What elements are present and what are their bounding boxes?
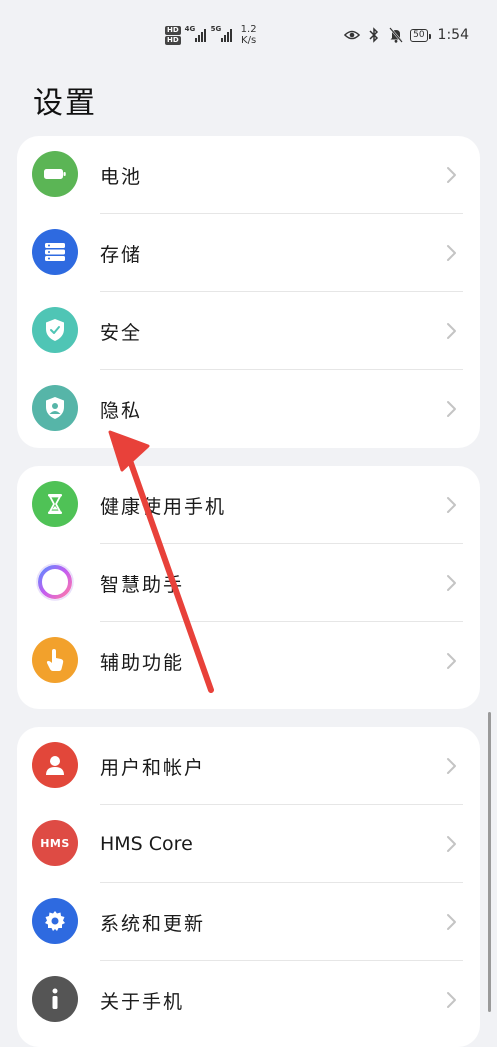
chevron-right-icon: [447, 575, 456, 591]
settings-item-label: 健康使用手机: [100, 495, 227, 518]
settings-item-storage[interactable]: 存储: [17, 214, 480, 292]
settings-item-assistant[interactable]: 智慧助手: [17, 544, 480, 622]
battery-icon: [32, 151, 78, 197]
settings-item-about-phone[interactable]: 关于手机: [17, 961, 480, 1039]
status-bar: HD HD 4G 5G 1.2 K/s 50 1:54: [0, 0, 497, 60]
battery-indicator: 50: [410, 28, 432, 42]
hms-icon: HMS: [32, 820, 78, 866]
network-speed: 1.2 K/s: [240, 24, 257, 46]
settings-item-users-accounts[interactable]: 用户和帐户: [17, 727, 480, 805]
chevron-right-icon: [447, 653, 456, 669]
chevron-right-icon: [447, 245, 456, 261]
settings-item-label: 电池: [100, 165, 143, 188]
settings-item-label: 用户和帐户: [100, 756, 206, 779]
settings-item-label: 安全: [100, 321, 143, 344]
shield-icon: [32, 307, 78, 353]
settings-item-battery[interactable]: 电池: [17, 136, 480, 214]
settings-item-label: HMS Core: [100, 833, 193, 855]
assistant-ring-icon: [32, 559, 78, 605]
chevron-right-icon: [447, 401, 456, 417]
chevron-right-icon: [447, 497, 456, 513]
chevron-right-icon: [447, 167, 456, 183]
hd-badge: HD: [165, 35, 181, 45]
gear-icon: [32, 898, 78, 944]
clock: 1:54: [437, 27, 469, 43]
page-title: 设置: [33, 86, 97, 121]
storage-icon: [32, 229, 78, 275]
chevron-right-icon: [447, 758, 456, 774]
settings-item-digital-balance[interactable]: 健康使用手机: [17, 466, 480, 544]
settings-group-2: 健康使用手机 智慧助手 辅助功能: [17, 466, 480, 709]
hd-badge: HD: [165, 25, 181, 35]
settings-item-label: 辅助功能: [100, 651, 185, 674]
bluetooth-icon: [366, 27, 382, 43]
signal-icon: 5G: [211, 25, 233, 42]
privacy-icon: [32, 385, 78, 431]
settings-group-3: 用户和帐户 HMS HMS Core 系统和更新 关于手机: [17, 727, 480, 1047]
settings-item-system-update[interactable]: 系统和更新: [17, 883, 480, 961]
settings-item-hms-core[interactable]: HMS HMS Core: [17, 805, 480, 883]
hand-icon: [32, 637, 78, 683]
scrollbar[interactable]: [488, 712, 491, 1012]
settings-item-label: 智慧助手: [100, 573, 185, 596]
settings-item-privacy[interactable]: 隐私: [17, 370, 480, 448]
eye-icon: [344, 27, 361, 43]
chevron-right-icon: [447, 992, 456, 1008]
hourglass-icon: [32, 481, 78, 527]
settings-item-label: 关于手机: [100, 990, 185, 1013]
chevron-right-icon: [447, 323, 456, 339]
settings-item-label: 存储: [100, 243, 143, 266]
settings-item-label: 隐私: [100, 399, 143, 422]
chevron-right-icon: [447, 836, 456, 852]
network-indicators: HD HD 4G 5G 1.2 K/s: [165, 24, 257, 46]
mute-bell-icon: [388, 27, 404, 43]
hms-badge-text: HMS: [40, 836, 70, 850]
settings-group-1: 电池 存储 安全 隐私: [17, 136, 480, 448]
settings-item-security[interactable]: 安全: [17, 292, 480, 370]
info-icon: [32, 976, 78, 1022]
chevron-right-icon: [447, 914, 456, 930]
user-icon: [32, 742, 78, 788]
signal-icon: 4G: [185, 25, 207, 42]
settings-item-label: 系统和更新: [100, 912, 206, 935]
settings-item-accessibility[interactable]: 辅助功能: [17, 622, 480, 700]
